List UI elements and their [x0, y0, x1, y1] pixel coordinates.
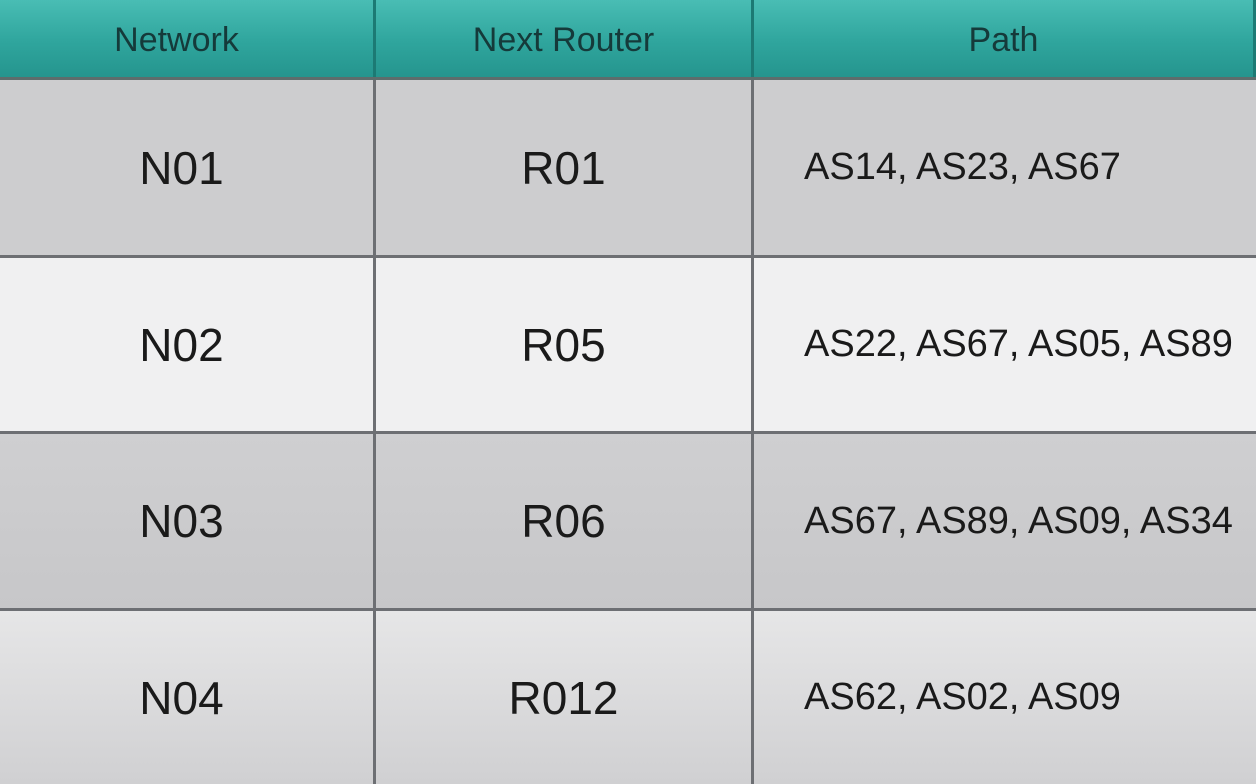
- cell-next-router: R01: [376, 80, 754, 255]
- header-path: Path: [754, 0, 1256, 77]
- table-row: N04 R012 AS62, AS02, AS09: [0, 611, 1256, 784]
- table-row: N03 R06 AS67, AS89, AS09, AS34: [0, 434, 1256, 611]
- cell-network: N04: [0, 611, 376, 784]
- cell-network: N02: [0, 258, 376, 431]
- cell-path: AS67, AS89, AS09, AS34: [804, 499, 1233, 542]
- cell-network: N01: [0, 80, 376, 255]
- cell-path: AS14, AS23, AS67: [804, 146, 1121, 188]
- cell-next-router: R05: [376, 258, 754, 431]
- cell-path: AS22, AS67, AS05, AS89: [804, 323, 1233, 365]
- cell-path: AS62, AS02, AS09: [804, 676, 1121, 718]
- cell-next-router: R06: [376, 434, 754, 608]
- header-network: Network: [0, 0, 376, 77]
- table-header-row: Network Next Router Path: [0, 0, 1256, 80]
- cell-network: N03: [0, 434, 376, 608]
- table-row: N01 R01 AS14, AS23, AS67: [0, 80, 1256, 258]
- routing-table: Network Next Router Path N01 R01 AS14, A…: [0, 0, 1256, 784]
- table-row: N02 R05 AS22, AS67, AS05, AS89: [0, 258, 1256, 434]
- cell-next-router: R012: [376, 611, 754, 784]
- header-next-router: Next Router: [376, 0, 754, 77]
